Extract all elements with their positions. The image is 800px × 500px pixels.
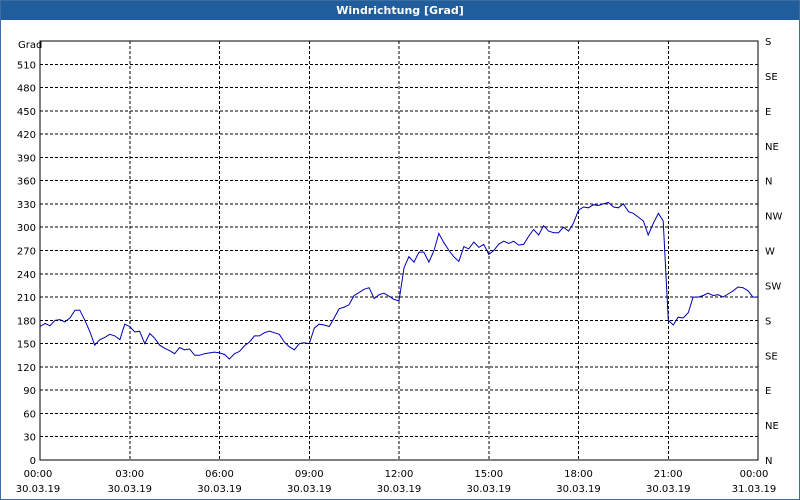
x-tick-date: 30.03.19: [107, 484, 152, 495]
y-tick-label: 240: [17, 270, 36, 281]
x-tick-time: 06:00: [205, 469, 234, 480]
x-tick-time: 00:00: [24, 469, 53, 480]
x-axis: 00:00 30.03.19 03:00 30.03.19 06:00 30.03.19 0…: [16, 469, 777, 495]
x-tick-date: 30.03.19: [466, 484, 511, 495]
y-tick-label: 150: [17, 340, 36, 351]
x-tick-time: 15:00: [474, 469, 503, 480]
y-tick-label: 420: [17, 130, 36, 141]
right-axis-label: NE: [765, 421, 779, 432]
x-tick-time: 18:00: [564, 469, 593, 480]
right-axis-label: NW: [765, 212, 782, 223]
y-tick-label: 120: [17, 363, 36, 374]
y-tick-label: 510: [17, 60, 36, 71]
y-tick-label: 180: [17, 316, 36, 327]
x-tick-date: 30.03.19: [556, 484, 601, 495]
right-axis-label: SW: [765, 281, 781, 292]
right-axis-label: SE: [765, 351, 778, 362]
x-tick-date: 31.03.19: [732, 484, 777, 495]
x-tick-date: 30.03.19: [646, 484, 691, 495]
x-tick-date: 30.03.19: [377, 484, 422, 495]
series-line-wind-direction: [39, 201, 758, 360]
y-tick-label: 270: [17, 247, 36, 258]
y-tick-label: 0: [30, 456, 36, 467]
right-axis-label: NE: [765, 142, 779, 153]
y-tick-label: 390: [17, 153, 36, 164]
y-tick-label: 300: [17, 223, 36, 234]
right-axis-label: W: [765, 247, 775, 258]
right-axis-label: E: [765, 386, 771, 397]
x-tick-time: 09:00: [295, 469, 324, 480]
y-tick-label: 480: [17, 84, 36, 95]
series: [39, 201, 758, 360]
x-tick-time: 12:00: [385, 469, 414, 480]
x-tick-time: 03:00: [115, 469, 144, 480]
x-tick-date: 30.03.19: [197, 484, 242, 495]
right-axis-label: N: [765, 456, 772, 467]
y-tick-label: 450: [17, 107, 36, 118]
y-tick-label: 60: [23, 409, 36, 420]
y-tick-label: 90: [23, 386, 36, 397]
y-tick-label: 210: [17, 293, 36, 304]
wind-direction-chart: 0 30 60 90 120 150 180 210 240 270 300 330 360 390 420…: [16, 37, 783, 495]
x-tick-date: 30.03.19: [16, 484, 61, 495]
right-axis-label: E: [765, 107, 771, 118]
right-axis-label: S: [765, 316, 771, 327]
y-tick-label: 360: [17, 177, 36, 188]
x-tick-time: 00:00: [740, 469, 769, 480]
right-axis-label: SE: [765, 72, 778, 83]
right-axis: N NE E SE S SW W NW N NE E SE S: [765, 37, 782, 467]
x-tick-date: 30.03.19: [287, 484, 332, 495]
y-axis-label: Grad: [18, 40, 42, 51]
right-axis-label: N: [765, 177, 772, 188]
y-tick-label: 330: [17, 200, 36, 211]
right-axis-label: S: [765, 37, 771, 48]
x-tick-time: 21:00: [654, 469, 683, 480]
y-axis: 0 30 60 90 120 150 180 210 240 270 300 330 360 390 420…: [17, 60, 36, 467]
grid: [40, 41, 758, 460]
y-tick-label: 30: [23, 433, 36, 444]
